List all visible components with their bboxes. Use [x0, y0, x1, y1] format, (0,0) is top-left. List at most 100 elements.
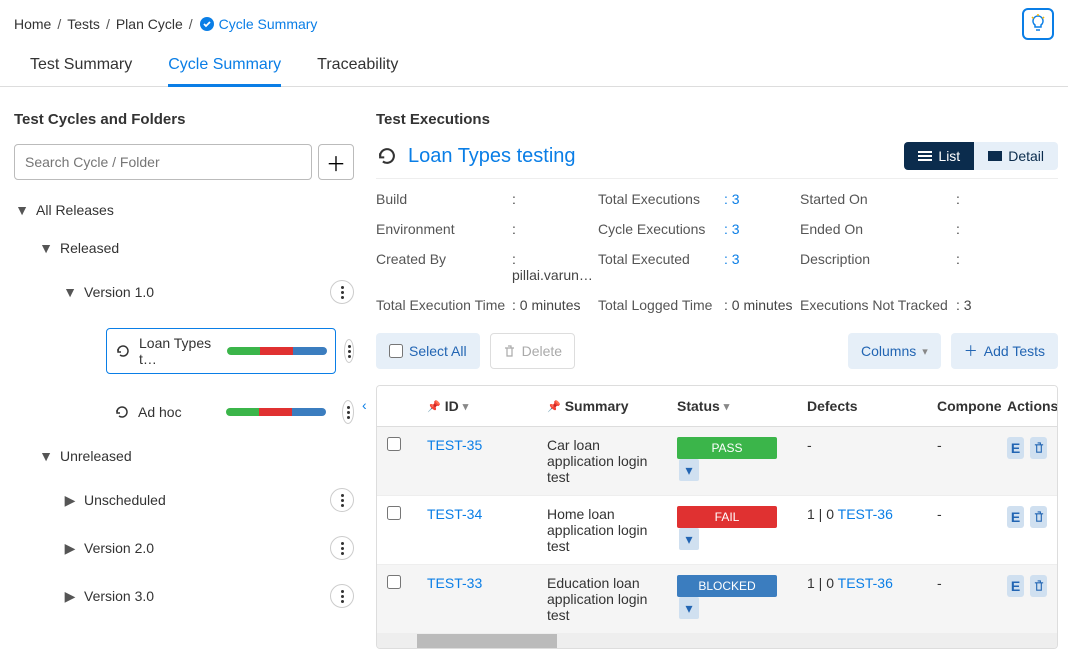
- chevron-right-icon: ▶: [62, 492, 78, 508]
- row-checkbox[interactable]: [387, 437, 401, 451]
- kebab-button[interactable]: [344, 339, 354, 363]
- executions-table: 📌ID▾ 📌Summary Status▾ Defects Compone Ac…: [376, 385, 1058, 649]
- tree-version-1[interactable]: ▼ Version 1.0: [14, 274, 354, 310]
- kebab-button[interactable]: [330, 488, 354, 512]
- row-checkbox[interactable]: [387, 575, 401, 589]
- row-delete-button[interactable]: [1030, 575, 1047, 597]
- tree-version-3[interactable]: ▶ Version 3.0: [14, 578, 354, 614]
- cycle-icon: [376, 145, 398, 167]
- execution-title: Loan Types testing: [408, 145, 576, 168]
- chevron-down-icon: ▼: [62, 284, 78, 300]
- tree-all-releases[interactable]: ▼ All Releases: [14, 196, 354, 224]
- cycle-adhoc[interactable]: Ad hoc: [106, 398, 334, 426]
- table-row: TEST-34 Home loan application login test…: [377, 496, 1057, 565]
- defect-link[interactable]: TEST-36: [838, 575, 893, 591]
- value-cycle-exec: : 3: [724, 221, 794, 237]
- crumb-current: Cycle Summary: [199, 16, 318, 32]
- chevron-down-icon: ▼: [14, 202, 30, 218]
- value-ended: :: [956, 221, 996, 237]
- cycle-loan-types[interactable]: Loan Types t…: [106, 328, 336, 374]
- tabs: Test Summary Cycle Summary Traceability: [0, 44, 1068, 87]
- header-id[interactable]: 📌ID▾: [417, 386, 537, 426]
- view-detail-button[interactable]: Detail: [974, 142, 1058, 170]
- test-id-link[interactable]: TEST-34: [427, 506, 482, 522]
- delete-button[interactable]: Delete: [490, 333, 575, 369]
- label-env: Environment: [376, 221, 506, 237]
- sidebar-heading: Test Cycles and Folders: [14, 111, 354, 128]
- label-ended: Ended On: [800, 221, 950, 237]
- chevron-down-icon: ▾: [922, 345, 928, 358]
- defects-cell: -: [797, 427, 927, 495]
- header-defects[interactable]: Defects: [797, 386, 927, 426]
- summary-cell: Car loan application login test: [537, 427, 667, 495]
- collapse-sidebar-button[interactable]: ‹: [362, 397, 367, 413]
- tree-released[interactable]: ▼ Released: [14, 234, 354, 262]
- columns-button[interactable]: Columns ▾: [848, 333, 941, 369]
- status-pill: BLOCKED: [677, 575, 777, 597]
- kebab-button[interactable]: [330, 280, 354, 304]
- detail-icon: [988, 151, 1002, 161]
- cycle-icon: [114, 404, 130, 420]
- row-delete-button[interactable]: [1030, 437, 1047, 459]
- value-tet: : 0 minutes: [512, 297, 592, 313]
- tab-traceability[interactable]: Traceability: [317, 56, 398, 86]
- value-not-tracked: : 3: [956, 297, 996, 313]
- header-status[interactable]: Status▾: [667, 386, 797, 426]
- execute-button[interactable]: E: [1007, 506, 1024, 528]
- search-input[interactable]: [14, 144, 312, 180]
- chevron-right-icon: ▶: [62, 540, 78, 556]
- row-delete-button[interactable]: [1030, 506, 1047, 528]
- crumb-home[interactable]: Home: [14, 16, 51, 32]
- test-id-link[interactable]: TEST-35: [427, 437, 482, 453]
- kebab-button[interactable]: [330, 584, 354, 608]
- value-total-exec: : 3: [724, 191, 794, 207]
- row-checkbox[interactable]: [387, 506, 401, 520]
- select-all-checkbox[interactable]: [389, 344, 403, 358]
- header-summary[interactable]: 📌Summary: [537, 386, 667, 426]
- label-created-by: Created By: [376, 251, 506, 283]
- label-tet: Total Execution Time: [376, 297, 506, 313]
- status-dropdown[interactable]: ▾: [679, 597, 699, 619]
- label-started: Started On: [800, 191, 950, 207]
- tree-version-2[interactable]: ▶ Version 2.0: [14, 530, 354, 566]
- add-folder-button[interactable]: ＋: [318, 144, 354, 180]
- hint-button[interactable]: [1022, 8, 1054, 40]
- crumb-plan[interactable]: Plan Cycle: [116, 16, 183, 32]
- value-desc: :: [956, 251, 996, 283]
- table-row: TEST-35 Car loan application login test …: [377, 427, 1057, 496]
- label-cycle-exec: Cycle Executions: [598, 221, 718, 237]
- tab-cycle-summary[interactable]: Cycle Summary: [168, 56, 281, 87]
- select-all-button[interactable]: Select All: [376, 333, 480, 369]
- pin-icon: 📌: [547, 400, 561, 413]
- view-list-button[interactable]: List: [904, 142, 974, 170]
- label-desc: Description: [800, 251, 950, 283]
- list-icon: [918, 151, 932, 161]
- crumb-tests[interactable]: Tests: [67, 16, 100, 32]
- status-pill: FAIL: [677, 506, 777, 528]
- check-circle-icon: [199, 16, 215, 32]
- plus-icon: ＋: [964, 341, 978, 361]
- header-actions: Actions: [997, 386, 1057, 426]
- status-dropdown[interactable]: ▾: [679, 528, 699, 550]
- execute-button[interactable]: E: [1007, 575, 1024, 597]
- execute-button[interactable]: E: [1007, 437, 1024, 459]
- tab-test-summary[interactable]: Test Summary: [30, 56, 132, 86]
- summary-cell: Home loan application login test: [537, 496, 667, 564]
- kebab-button[interactable]: [330, 536, 354, 560]
- add-tests-button[interactable]: ＋ Add Tests: [951, 333, 1058, 369]
- tree-unscheduled[interactable]: ▶ Unscheduled: [14, 482, 354, 518]
- header-component[interactable]: Compone: [927, 386, 997, 426]
- status-dropdown[interactable]: ▾: [679, 459, 699, 481]
- chevron-right-icon: ▶: [62, 588, 78, 604]
- defect-link[interactable]: TEST-36: [838, 506, 893, 522]
- defects-cell: 1 | 0 TEST-36: [797, 565, 927, 633]
- chevron-down-icon: ▼: [38, 240, 54, 256]
- tree-unreleased[interactable]: ▼ Unreleased: [14, 442, 354, 470]
- kebab-button[interactable]: [342, 400, 354, 424]
- label-not-tracked: Executions Not Tracked: [800, 297, 950, 313]
- test-id-link[interactable]: TEST-33: [427, 575, 482, 591]
- progress-bar: [226, 408, 326, 416]
- label-build: Build: [376, 191, 506, 207]
- pin-icon: 📌: [427, 400, 441, 413]
- horizontal-scrollbar[interactable]: [377, 634, 1057, 648]
